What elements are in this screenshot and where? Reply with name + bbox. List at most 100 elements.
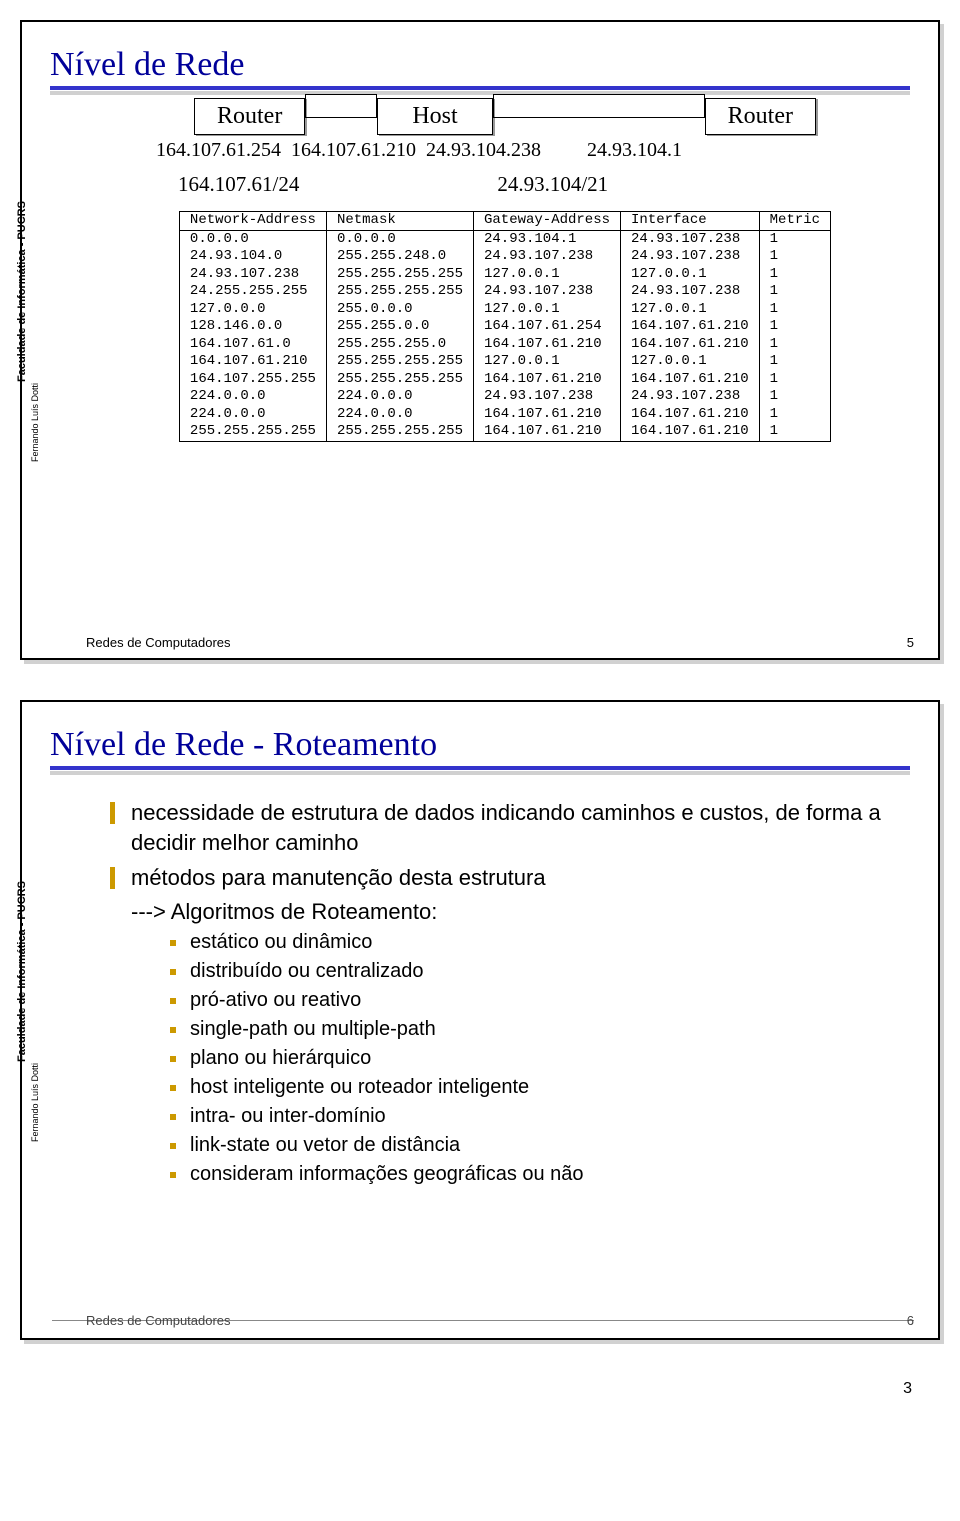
table-cell: 255.255.255.255 bbox=[326, 423, 473, 441]
table-row: 24.93.104.0255.255.248.024.93.107.23824.… bbox=[179, 248, 830, 266]
ip-host-left: 164.107.61.210 bbox=[291, 139, 416, 162]
segment-right bbox=[493, 94, 705, 118]
table-cell: 164.107.61.210 bbox=[621, 371, 760, 389]
sub-bullet: plano ou hierárquico bbox=[170, 1047, 910, 1070]
sub-bullet-text: pró-ativo ou reativo bbox=[190, 989, 361, 1012]
table-cell: 127.0.0.1 bbox=[621, 353, 760, 371]
th-interface: Interface bbox=[621, 212, 760, 231]
table-cell: 255.255.255.255 bbox=[179, 423, 326, 441]
table-cell: 164.107.61.210 bbox=[473, 371, 620, 389]
table-row: 127.0.0.0255.0.0.0127.0.0.1127.0.0.11 bbox=[179, 301, 830, 319]
table-cell: 24.93.104.1 bbox=[473, 230, 620, 248]
title-underline-2 bbox=[50, 766, 910, 770]
table-cell: 164.107.61.210 bbox=[473, 406, 620, 424]
sub-bullet-text: link-state ou vetor de distância bbox=[190, 1134, 460, 1157]
sub-bullet-text: host inteligente ou roteador inteligente bbox=[190, 1076, 529, 1099]
table-cell: 127.0.0.1 bbox=[473, 266, 620, 284]
ip-host-right: 24.93.104.238 bbox=[426, 139, 541, 162]
table-cell: 1 bbox=[759, 301, 830, 319]
bullet-dot-icon bbox=[170, 969, 176, 975]
table-cell: 164.107.61.210 bbox=[621, 423, 760, 441]
bullet-dot-icon bbox=[170, 1056, 176, 1062]
sub-bullet: distribuído ou centralizado bbox=[170, 960, 910, 983]
slide-title-2: Nível de Rede - Roteamento bbox=[50, 726, 910, 764]
table-cell: 164.107.61.210 bbox=[621, 406, 760, 424]
table-cell: 24.93.107.238 bbox=[621, 388, 760, 406]
table-row: 164.107.61.210255.255.255.255127.0.0.112… bbox=[179, 353, 830, 371]
side-author-2: Fernando Luís Dotti bbox=[30, 1063, 40, 1142]
ip-r1-right: 164.107.61.254 bbox=[156, 139, 281, 162]
table-cell: 128.146.0.0 bbox=[179, 318, 326, 336]
table-cell: 0.0.0.0 bbox=[179, 230, 326, 248]
table-cell: 1 bbox=[759, 388, 830, 406]
table-row: 164.107.61.0255.255.255.0164.107.61.2101… bbox=[179, 336, 830, 354]
ip-r2-left: 24.93.104.1 bbox=[587, 139, 682, 162]
slide-1: Faculdade de Informática - PUCRS Fernand… bbox=[20, 20, 940, 660]
bullet-2: métodos para manutenção desta estrutura bbox=[110, 863, 910, 893]
table-cell: 164.107.61.210 bbox=[621, 336, 760, 354]
sub-bullet: estático ou dinâmico bbox=[170, 931, 910, 954]
sub-bullet: intra- ou inter-domínio bbox=[170, 1105, 910, 1128]
table-cell: 224.0.0.0 bbox=[179, 406, 326, 424]
bullet-dot-icon bbox=[170, 1027, 176, 1033]
table-cell: 1 bbox=[759, 230, 830, 248]
table-cell: 164.107.61.210 bbox=[179, 353, 326, 371]
table-cell: 1 bbox=[759, 318, 830, 336]
table-cell: 1 bbox=[759, 406, 830, 424]
router-left-box: Router bbox=[194, 98, 305, 135]
router-right-box: Router bbox=[705, 98, 816, 135]
table-cell: 1 bbox=[759, 423, 830, 441]
table-row: 255.255.255.255255.255.255.255 164.107.61… bbox=[179, 423, 830, 441]
bullet-dot-icon bbox=[170, 1172, 176, 1178]
sub-bullet: link-state ou vetor de distância bbox=[170, 1134, 910, 1157]
side-institution: Faculdade de Informática - PUCRS bbox=[16, 201, 28, 382]
bullet-dot-icon bbox=[170, 940, 176, 946]
footer-page: 5 bbox=[907, 635, 914, 650]
table-cell: 24.93.107.238 bbox=[473, 388, 620, 406]
table-cell: 164.107.61.210 bbox=[473, 336, 620, 354]
table-cell: 255.255.255.0 bbox=[326, 336, 473, 354]
routing-table: Network-Address Netmask Gateway-Address … bbox=[179, 211, 831, 442]
bullet-1-text: necessidade de estrutura de dados indica… bbox=[131, 798, 910, 857]
subnet-left: 164.107.61/24 bbox=[178, 172, 299, 197]
sub-bullet-text: plano ou hierárquico bbox=[190, 1047, 371, 1070]
table-row: 224.0.0.0224.0.0.0164.107.61.210164.107.… bbox=[179, 406, 830, 424]
table-row: 164.107.255.255255.255.255.255164.107.61… bbox=[179, 371, 830, 389]
slide-2: Faculdade de Informática - PUCRS Fernand… bbox=[20, 700, 940, 1340]
sub-bullet-text: single-path ou multiple-path bbox=[190, 1018, 436, 1041]
table-cell: 1 bbox=[759, 353, 830, 371]
table-cell: 1 bbox=[759, 336, 830, 354]
page-number-bottom: 3 bbox=[20, 1380, 940, 1398]
table-row: 224.0.0.0224.0.0.024.93.107.23824.93.107… bbox=[179, 388, 830, 406]
bullet-list: necessidade de estrutura de dados indica… bbox=[110, 798, 910, 1186]
table-cell: 164.107.255.255 bbox=[179, 371, 326, 389]
table-cell: 127.0.0.1 bbox=[473, 353, 620, 371]
subnet-right: 24.93.104/21 bbox=[497, 172, 608, 197]
table-cell: 24.93.107.238 bbox=[473, 248, 620, 266]
table-cell: 0.0.0.0 bbox=[326, 230, 473, 248]
table-cell: 24.93.107.238 bbox=[179, 266, 326, 284]
table-row: 24.255.255.255255.255.255.25524.93.107.2… bbox=[179, 283, 830, 301]
segment-left bbox=[305, 94, 377, 118]
th-metric: Metric bbox=[759, 212, 830, 231]
table-cell: 24.93.107.238 bbox=[621, 248, 760, 266]
sub-bullet-text: estático ou dinâmico bbox=[190, 931, 372, 954]
table-cell: 127.0.0.1 bbox=[621, 266, 760, 284]
table-cell: 224.0.0.0 bbox=[179, 388, 326, 406]
slide-footer-2: Redes de Computadores 6 bbox=[52, 1312, 914, 1328]
table-cell: 255.255.248.0 bbox=[326, 248, 473, 266]
bullet-dot-icon bbox=[170, 1085, 176, 1091]
bullet-dot-icon bbox=[170, 1143, 176, 1149]
table-cell: 1 bbox=[759, 283, 830, 301]
side-author: Fernando Luís Dotti bbox=[30, 383, 40, 462]
table-cell: 24.93.107.238 bbox=[621, 230, 760, 248]
bullet-2-text: métodos para manutenção desta estrutura bbox=[131, 863, 546, 893]
sub-bullet: single-path ou multiple-path bbox=[170, 1018, 910, 1041]
sub-bullet: consideram informações geográficas ou nã… bbox=[170, 1163, 910, 1186]
table-cell: 255.255.255.255 bbox=[326, 266, 473, 284]
bullet-dot-icon bbox=[170, 1114, 176, 1120]
table-row: 128.146.0.0255.255.0.0164.107.61.254164.… bbox=[179, 318, 830, 336]
table-cell: 1 bbox=[759, 371, 830, 389]
table-cell: 255.255.255.255 bbox=[326, 283, 473, 301]
bullet-dot-icon bbox=[170, 998, 176, 1004]
